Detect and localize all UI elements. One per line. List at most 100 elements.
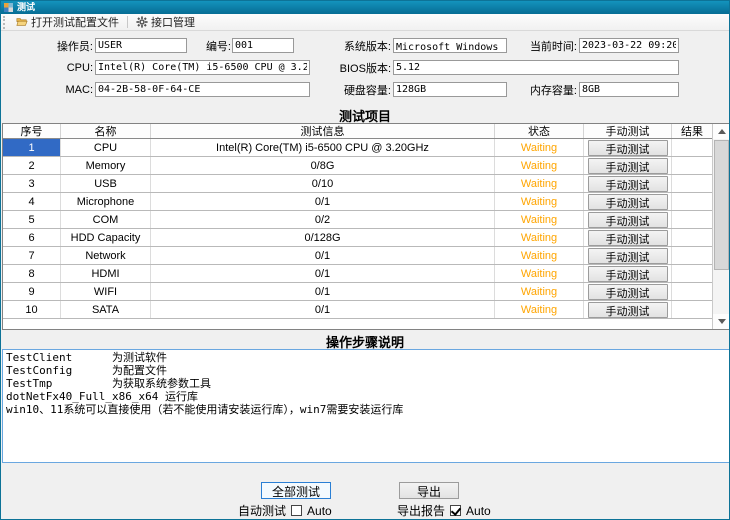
hdd-capacity-input[interactable]	[393, 82, 507, 97]
col-header-no[interactable]: 序号	[3, 124, 61, 138]
row-name-cell: Network	[61, 247, 151, 264]
manual-test-button[interactable]: 手动测试	[588, 212, 668, 228]
row-manual-test-cell: 手动测试	[584, 247, 672, 264]
row-number-cell[interactable]: 7	[3, 247, 61, 264]
mac-input[interactable]	[95, 82, 310, 97]
operator-input[interactable]	[95, 38, 187, 53]
manual-test-button[interactable]: 手动测试	[588, 158, 668, 174]
open-folder-icon	[16, 16, 28, 28]
row-number-cell[interactable]: 3	[3, 175, 61, 192]
auto-test-checkbox[interactable]	[291, 505, 302, 516]
table-row[interactable]: 2 Memory 0/8G Waiting 手动测试	[3, 157, 712, 175]
current-time-label: 当前时间:	[513, 38, 577, 54]
manual-test-button[interactable]: 手动测试	[588, 248, 668, 264]
cpu-label: CPU:	[29, 62, 93, 74]
col-header-result[interactable]: 结果	[672, 124, 712, 138]
row-manual-test-cell: 手动测试	[584, 211, 672, 228]
current-time-input[interactable]	[579, 38, 679, 53]
table-scrollbar[interactable]	[712, 124, 729, 329]
os-version-input[interactable]	[393, 38, 507, 53]
title-bar[interactable]: 测试	[1, 1, 729, 14]
table-row[interactable]: 1 CPU Intel(R) Core(TM) i5-6500 CPU @ 3.…	[3, 139, 712, 157]
bios-version-input[interactable]	[393, 60, 679, 75]
col-header-name[interactable]: 名称	[61, 124, 151, 138]
scroll-up-button[interactable]	[713, 124, 730, 139]
row-info-cell: 0/10	[151, 175, 495, 192]
table-row[interactable]: 8 HDMI 0/1 Waiting 手动测试	[3, 265, 712, 283]
table-row[interactable]: 9 WIFI 0/1 Waiting 手动测试	[3, 283, 712, 301]
manual-test-button[interactable]: 手动测试	[588, 140, 668, 156]
row-number-cell[interactable]: 5	[3, 211, 61, 228]
table-row[interactable]: 7 Network 0/1 Waiting 手动测试	[3, 247, 712, 265]
scroll-up-icon	[718, 129, 726, 134]
instructions-box[interactable]: TestClient 为测试软件 TestConfig 为配置文件 TestTm…	[2, 349, 730, 463]
row-number-cell[interactable]: 4	[3, 193, 61, 210]
mac-label: MAC:	[29, 84, 93, 96]
row-number-cell[interactable]: 10	[3, 301, 61, 318]
table-header: 序号 名称 测试信息 状态 手动测试 结果	[3, 124, 712, 139]
row-status-text: Waiting	[495, 229, 584, 246]
row-manual-test-cell: 手动测试	[584, 229, 672, 246]
manual-test-button[interactable]: 手动测试	[588, 284, 668, 300]
toolbar: 打开测试配置文件 接口管理	[1, 14, 729, 31]
manual-test-button[interactable]: 手动测试	[588, 194, 668, 210]
manual-test-button[interactable]: 手动测试	[588, 302, 668, 318]
operator-label: 操作员:	[29, 38, 93, 54]
export-report-checkbox-label: Auto	[466, 504, 491, 518]
row-info-cell: 0/1	[151, 193, 495, 210]
instructions-text: TestClient 为测试软件 TestConfig 为配置文件 TestTm…	[6, 351, 726, 416]
row-status-text: Waiting	[495, 175, 584, 192]
window-title: 测试	[17, 1, 35, 14]
col-header-info[interactable]: 测试信息	[151, 124, 495, 138]
row-manual-test-cell: 手动测试	[584, 175, 672, 192]
row-result-cell	[672, 265, 712, 282]
row-name-cell: WIFI	[61, 283, 151, 300]
interface-mgmt-button[interactable]: 接口管理	[130, 15, 201, 30]
row-number-cell[interactable]: 9	[3, 283, 61, 300]
number-input[interactable]	[232, 38, 294, 53]
test-all-button[interactable]: 全部测试	[261, 482, 331, 499]
table-row[interactable]: 6 HDD Capacity 0/128G Waiting 手动测试	[3, 229, 712, 247]
row-number-cell[interactable]: 2	[3, 157, 61, 174]
row-result-cell	[672, 139, 712, 156]
row-status-text: Waiting	[495, 301, 584, 318]
row-number-cell[interactable]: 8	[3, 265, 61, 282]
export-report-checkbox[interactable]	[450, 505, 461, 516]
manual-test-button[interactable]: 手动测试	[588, 230, 668, 246]
row-number-cell[interactable]: 6	[3, 229, 61, 246]
auto-test-label: 自动测试	[238, 502, 286, 519]
row-status-text: Waiting	[495, 139, 584, 156]
export-button[interactable]: 导出	[399, 482, 459, 499]
auto-test-checkbox-label: Auto	[307, 504, 332, 518]
toolbar-separator	[127, 16, 128, 28]
row-name-cell: USB	[61, 175, 151, 192]
row-status-text: Waiting	[495, 265, 584, 282]
manual-test-button[interactable]: 手动测试	[588, 266, 668, 282]
toolbar-grip	[3, 16, 7, 29]
scroll-down-icon	[718, 319, 726, 324]
col-header-status[interactable]: 状态	[495, 124, 584, 138]
col-header-manual[interactable]: 手动测试	[584, 124, 672, 138]
ram-capacity-input[interactable]	[579, 82, 679, 97]
row-status-text: Waiting	[495, 157, 584, 174]
row-number-cell[interactable]: 1	[3, 139, 61, 156]
row-result-cell	[672, 301, 712, 318]
scrollbar-thumb[interactable]	[714, 140, 729, 270]
row-result-cell	[672, 211, 712, 228]
table-row[interactable]: 10 SATA 0/1 Waiting 手动测试	[3, 301, 712, 319]
scroll-down-button[interactable]	[713, 314, 730, 329]
row-info-cell: 0/1	[151, 247, 495, 264]
table-row[interactable]: 3 USB 0/10 Waiting 手动测试	[3, 175, 712, 193]
row-name-cell: COM	[61, 211, 151, 228]
manual-test-button[interactable]: 手动测试	[588, 176, 668, 192]
row-manual-test-cell: 手动测试	[584, 301, 672, 318]
table-row[interactable]: 5 COM 0/2 Waiting 手动测试	[3, 211, 712, 229]
table-row[interactable]: 4 Microphone 0/1 Waiting 手动测试	[3, 193, 712, 211]
row-name-cell: Memory	[61, 157, 151, 174]
row-result-cell	[672, 283, 712, 300]
cpu-input[interactable]	[95, 60, 310, 75]
open-config-button[interactable]: 打开测试配置文件	[10, 15, 125, 30]
row-name-cell: Microphone	[61, 193, 151, 210]
auto-test-group: 自动测试 Auto	[238, 503, 332, 518]
row-manual-test-cell: 手动测试	[584, 157, 672, 174]
